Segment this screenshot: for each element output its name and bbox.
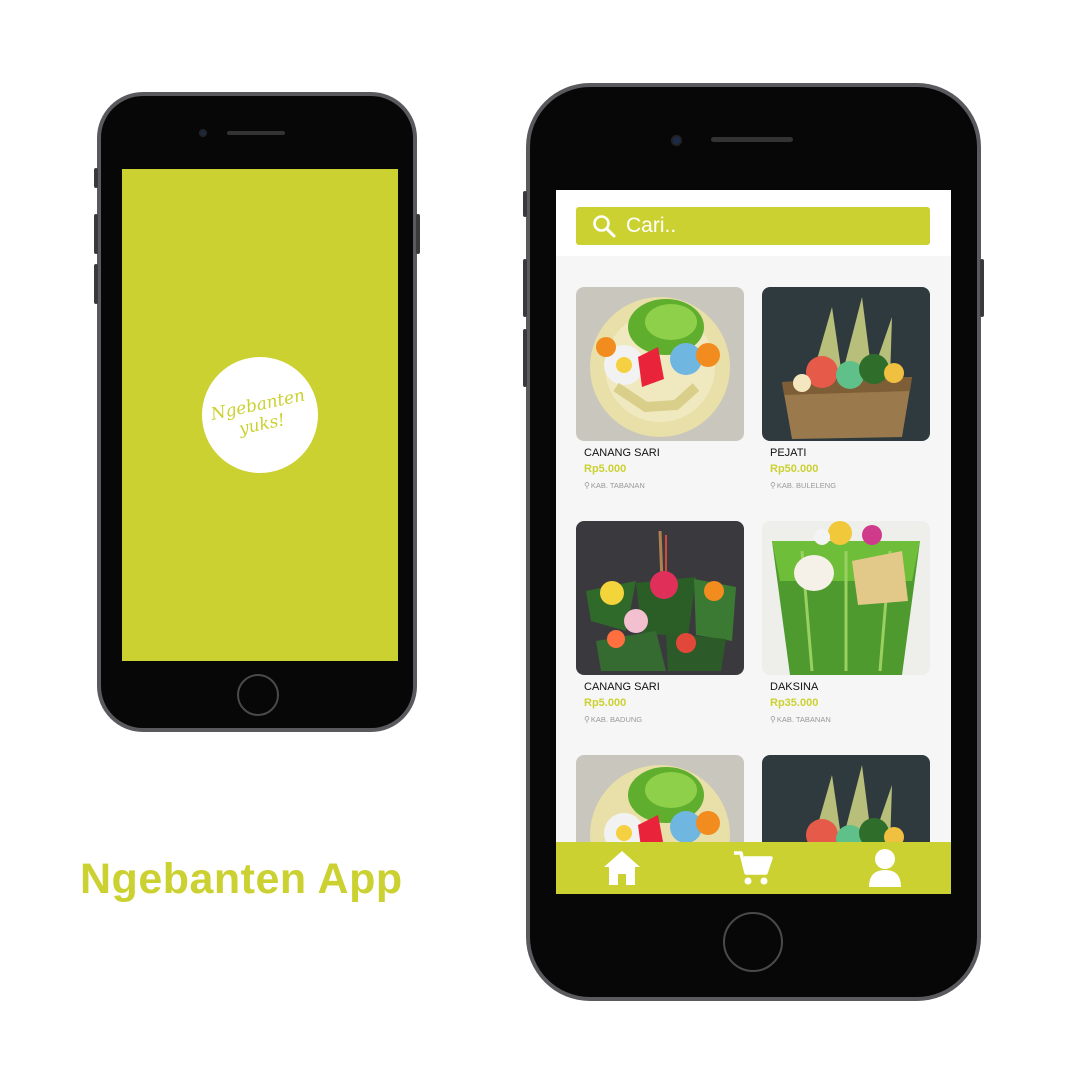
location-pin-icon: ⚲ [770, 715, 776, 724]
product-card[interactable]: CANANG SARI Rp5.000 ⚲ KAB. BADUNG [576, 521, 744, 724]
app-title: Ngebanten App [80, 855, 403, 903]
bottom-navigation [556, 842, 951, 894]
nav-cart[interactable] [728, 846, 778, 890]
product-card[interactable]: CANANG SARI Rp5.000 ⚲ KAB. TABANAN [576, 287, 744, 490]
mute-switch [94, 168, 98, 188]
product-location: ⚲ KAB. BULELENG [770, 481, 930, 490]
location-pin-icon: ⚲ [584, 715, 590, 724]
location-pin-icon: ⚲ [770, 481, 776, 490]
phone-bezel: CANANG SARI Rp5.000 ⚲ KAB. TABANAN [530, 87, 977, 997]
nav-profile[interactable] [860, 846, 910, 890]
product-name: DAKSINA [770, 681, 819, 693]
home-icon[interactable] [602, 849, 642, 887]
mute-switch [523, 191, 527, 217]
power-button [980, 259, 984, 317]
product-image[interactable] [762, 287, 930, 441]
home-button[interactable] [237, 674, 279, 716]
home-button[interactable] [723, 912, 783, 972]
product-card[interactable]: DAKSINA Rp35.000 ⚲ KAB. TABANAN [762, 521, 930, 724]
product-price: Rp5.000 [584, 697, 627, 709]
location-text: KAB. BULELENG [776, 481, 837, 490]
search-header [556, 190, 951, 256]
earpiece-speaker [227, 131, 285, 135]
catalog-screen: CANANG SARI Rp5.000 ⚲ KAB. TABANAN [556, 190, 951, 894]
product-name: CANANG SARI [584, 681, 660, 693]
product-name: PEJATI [770, 447, 807, 459]
location-text: KAB. BADUNG [590, 715, 643, 724]
location-pin-icon: ⚲ [584, 481, 590, 490]
product-price: Rp35.000 [770, 697, 819, 709]
front-camera [671, 135, 682, 146]
volume-up-button [94, 214, 98, 254]
volume-up-button [523, 259, 527, 317]
nav-home[interactable] [597, 846, 647, 890]
search-input[interactable] [624, 213, 908, 239]
splash-screen: Ngebanten yuks! [122, 169, 398, 661]
product-image[interactable] [576, 521, 744, 675]
search-icon [593, 215, 616, 238]
product-location: ⚲ KAB. BADUNG [584, 715, 744, 724]
location-text: KAB. TABANAN [776, 715, 831, 724]
product-price: Rp5.000 [584, 463, 627, 475]
phone-bezel: Ngebanten yuks! [101, 96, 413, 728]
splash-phone-mockup: Ngebanten yuks! [94, 92, 420, 732]
catalog-phone-mockup: CANANG SARI Rp5.000 ⚲ KAB. TABANAN [523, 83, 984, 1001]
product-name: CANANG SARI [584, 447, 660, 459]
volume-down-button [523, 329, 527, 387]
front-camera [199, 129, 207, 137]
power-button [416, 214, 420, 254]
earpiece-speaker [711, 137, 793, 142]
user-icon[interactable] [867, 848, 903, 888]
app-logo: Ngebanten yuks! [202, 357, 318, 473]
product-image[interactable] [762, 521, 930, 675]
logo-text: Ngebanten yuks! [207, 385, 313, 445]
product-card[interactable]: PEJATI Rp50.000 ⚲ KAB. BULELENG [762, 287, 930, 490]
search-bar[interactable] [576, 207, 930, 245]
product-location: ⚲ KAB. TABANAN [770, 715, 930, 724]
product-image[interactable] [576, 287, 744, 441]
product-location: ⚲ KAB. TABANAN [584, 481, 744, 490]
location-text: KAB. TABANAN [590, 481, 645, 490]
volume-down-button [94, 264, 98, 304]
cart-icon[interactable] [733, 850, 774, 886]
product-price: Rp50.000 [770, 463, 819, 475]
